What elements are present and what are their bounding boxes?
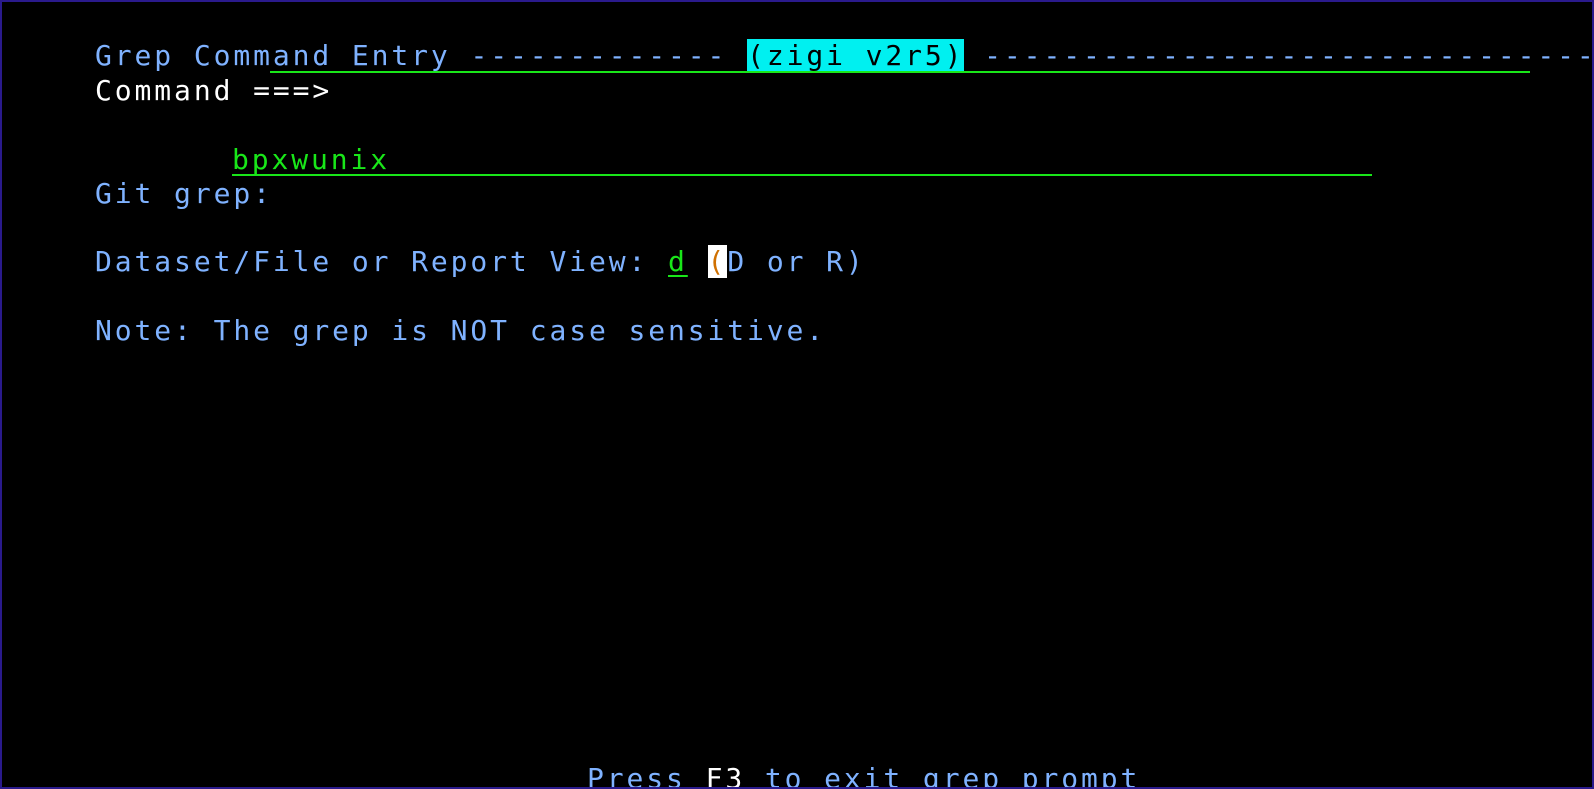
- command-prompt: Command ===>: [95, 74, 333, 107]
- view-input[interactable]: d: [668, 245, 688, 278]
- text-cursor: (: [707, 245, 728, 278]
- case-note: Note: The grep is NOT case sensitive.: [95, 314, 827, 347]
- view-hint: D or R): [727, 245, 866, 278]
- header-line: Grep Command Entry ------------- (zigi v…: [16, 5, 1592, 72]
- grep-input[interactable]: bpxwunix: [232, 143, 1372, 176]
- footer-press: Press: [587, 762, 686, 789]
- footer-line: Press F3 to exit grep prompt: [508, 728, 1140, 787]
- view-line: Dataset/File or Report View: d (D or R): [16, 211, 866, 278]
- terminal-screen: Grep Command Entry ------------- (zigi v…: [0, 0, 1594, 789]
- grep-label: Git grep:: [95, 177, 273, 210]
- footer-rest: to exit grep prompt: [764, 762, 1141, 789]
- command-input[interactable]: [270, 40, 1530, 73]
- note-line: Note: The grep is NOT case sensitive.: [16, 280, 826, 347]
- grep-input-value: bpxwunix: [232, 143, 391, 176]
- view-label: Dataset/File or Report View:: [95, 245, 649, 278]
- footer-key-f3[interactable]: F3: [706, 762, 746, 787]
